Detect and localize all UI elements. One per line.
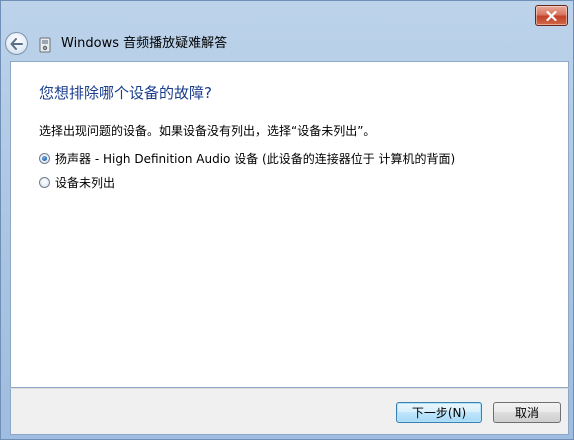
option-device-not-listed[interactable]: 设备未列出 [39, 174, 115, 191]
device-not-listed-radio[interactable] [39, 177, 50, 188]
troubleshooter-icon [39, 37, 51, 53]
close-icon [546, 10, 557, 21]
navigation-bar: Windows 音频播放疑难解答 [1, 31, 573, 61]
window-title: Windows 音频播放疑难解答 [61, 36, 228, 51]
device-not-listed-label: 设备未列出 [55, 176, 116, 190]
speakers-label: 扬声器 - High Definition Audio 设备 (此设备的连接器位… [55, 152, 456, 166]
page-heading: 您想排除哪个设备的故障? [39, 84, 212, 102]
content-panel: 您想排除哪个设备的故障? 选择出现问题的设备。如果设备没有列出，选择“设备未列出… [10, 61, 569, 388]
option-speakers[interactable]: 扬声器 - High Definition Audio 设备 (此设备的连接器位… [39, 150, 455, 167]
button-bar: 下一步(N) 取消 [10, 388, 569, 435]
cancel-button[interactable]: 取消 [493, 402, 561, 423]
instruction-text: 选择出现问题的设备。如果设备没有列出，选择“设备未列出”。 [39, 124, 376, 138]
troubleshooter-window: Windows 音频播放疑难解答 您想排除哪个设备的故障? 选择出现问题的设备。… [0, 0, 574, 440]
back-button[interactable] [5, 32, 28, 55]
title-bar [1, 1, 573, 31]
speakers-radio[interactable] [39, 153, 50, 164]
next-button[interactable]: 下一步(N) [396, 402, 482, 423]
close-button[interactable] [535, 5, 568, 26]
back-arrow-icon [10, 37, 23, 50]
